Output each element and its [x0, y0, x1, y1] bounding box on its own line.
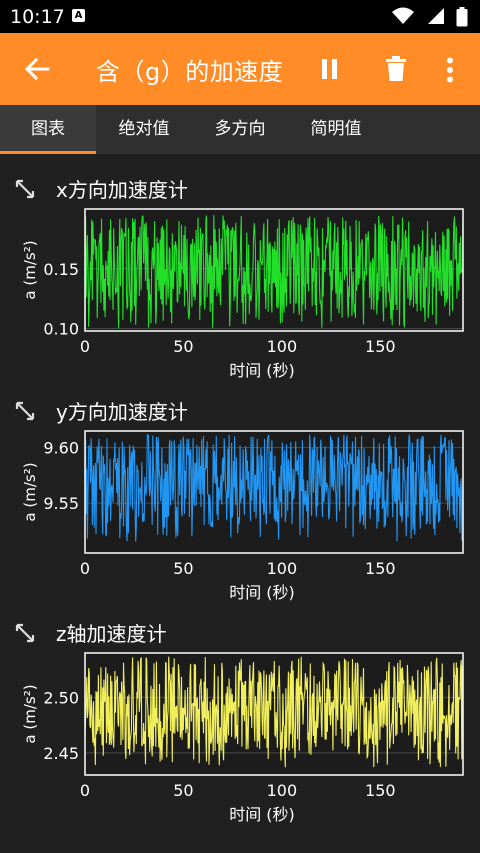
back-arrow-icon[interactable] [24, 57, 50, 81]
x-tick-label: 100 [267, 559, 298, 578]
chart-y-accelerometer: 9.55 9.60 0 50 100 150 时间 (秒) a (m/s²) [21, 430, 464, 602]
y-axis-label: a (m/s²) [21, 240, 39, 299]
x-tick-label: 150 [365, 337, 396, 356]
trash-icon[interactable] [385, 56, 407, 82]
y-tick-label: 0.15 [43, 260, 79, 279]
x-tick-label: 150 [365, 781, 396, 800]
x-axis-label: 时间 (秒) [229, 583, 295, 602]
x-axis-label: 时间 (秒) [229, 805, 295, 824]
battery-icon [456, 7, 468, 27]
x-tick-label: 50 [173, 781, 193, 800]
app-bar: 含（g）的加速度 [0, 33, 480, 105]
more-vert-icon[interactable] [445, 57, 455, 83]
tab-chart[interactable]: 图表 [0, 105, 96, 154]
x-tick-label: 100 [267, 781, 298, 800]
x-tick-label: 150 [365, 559, 396, 578]
tab-bar: 图表 绝对值 多方向 简明值 [0, 105, 480, 154]
status-bar: 10:17 A [0, 0, 480, 33]
page-title: 含（g）的加速度 [96, 58, 284, 86]
chart-section-z: z轴加速度计 2.45 2.50 0 50 100 150 时间 (秒) a (m/s²) [0, 604, 480, 826]
y-tick-label: 2.45 [43, 744, 79, 763]
tab-summary[interactable]: 简明值 [288, 105, 384, 154]
x-tick-label: 100 [267, 337, 298, 356]
chart-section-x: x方向加速度计 0.10 0.15 0 50 100 150 时间 (秒) a (m/s²) [0, 160, 480, 382]
y-tick-label: 9.55 [43, 494, 79, 513]
status-icons [391, 7, 468, 27]
chart-x-accelerometer: 0.10 0.15 0 50 100 150 时间 (秒) a (m/s²) [21, 208, 464, 380]
tab-absolute[interactable]: 绝对值 [96, 105, 192, 154]
y-tick-label: 2.50 [43, 688, 79, 707]
pause-icon[interactable] [320, 58, 340, 80]
y-axis-label: a (m/s²) [21, 462, 39, 521]
notification-icon: A [72, 9, 85, 22]
y-tick-label: 0.10 [43, 320, 79, 339]
x-tick-label: 50 [173, 559, 193, 578]
chart-section-y: y方向加速度计 9.55 9.60 0 50 100 150 时间 (秒) a (m/s²) [0, 382, 480, 604]
x-axis-label: 时间 (秒) [229, 361, 295, 380]
x-tick-label: 0 [80, 337, 90, 356]
signal-icon [427, 8, 444, 24]
wifi-icon [391, 7, 414, 24]
y-axis-label: a (m/s²) [21, 684, 39, 743]
x-tick-label: 0 [80, 559, 90, 578]
x-tick-label: 50 [173, 337, 193, 356]
x-tick-label: 0 [80, 781, 90, 800]
chart-z-accelerometer: 2.45 2.50 0 50 100 150 时间 (秒) a (m/s²) [21, 652, 464, 824]
status-time: 10:17 [10, 6, 65, 28]
y-tick-label: 9.60 [43, 439, 79, 458]
tab-multi-direction[interactable]: 多方向 [192, 105, 288, 154]
tab-indicator [0, 151, 96, 154]
